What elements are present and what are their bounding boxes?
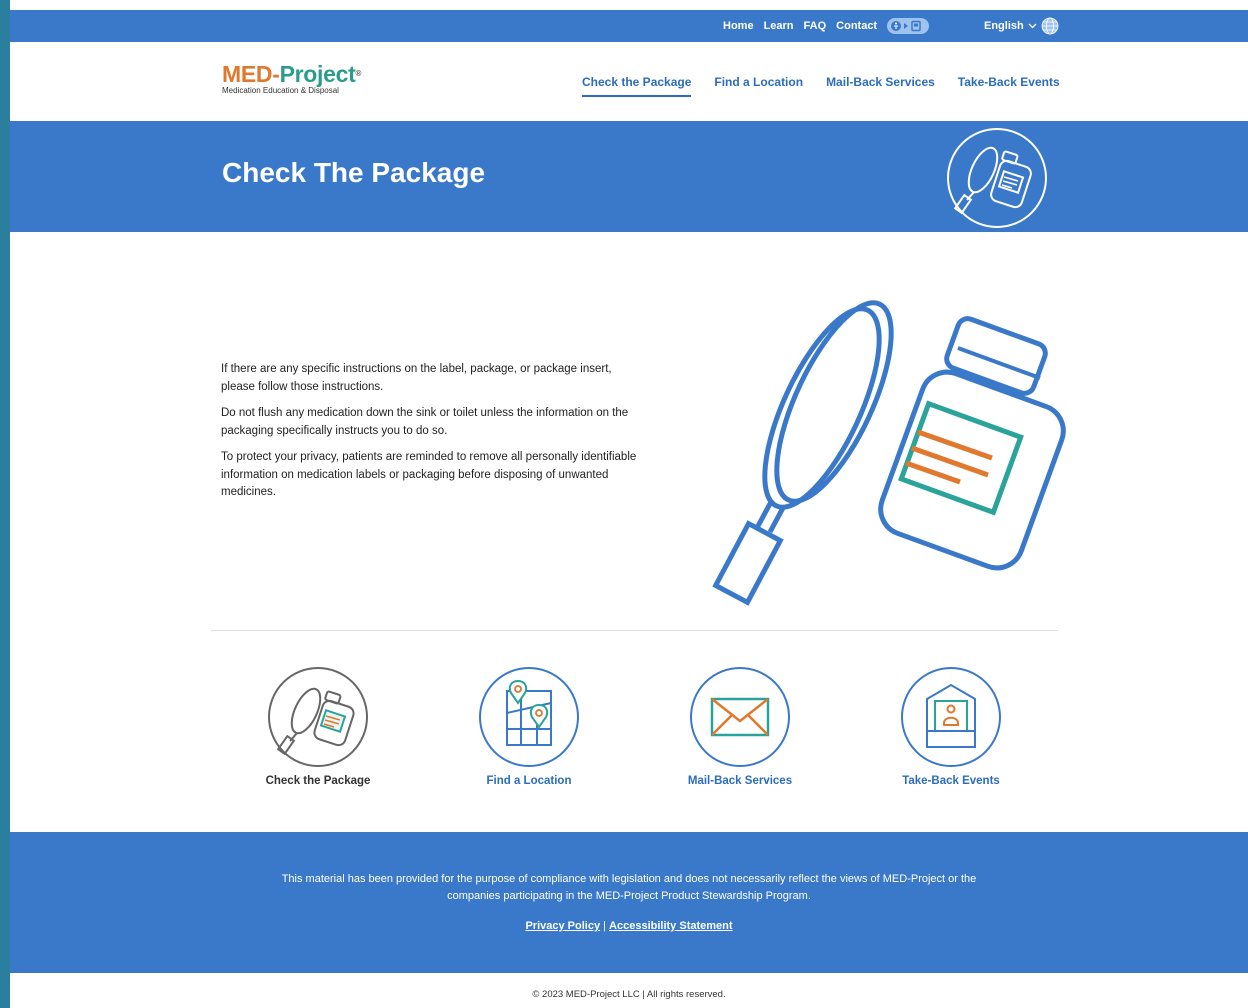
footer-link-separator: |	[603, 920, 606, 932]
logo-trademark: ®	[355, 69, 362, 78]
instruction-paragraph: If there are any specific instructions o…	[221, 363, 612, 393]
nav-find-a-location[interactable]: Find a Location	[714, 75, 803, 89]
instruction-paragraph: Do not flush any medication down the sin…	[221, 407, 629, 437]
nav-mail-back-services[interactable]: Mail-Back Services	[826, 75, 935, 89]
language-label: English	[984, 20, 1024, 32]
instructions: If there are any specific instructions o…	[221, 361, 641, 511]
footer-disclaimer-line: This material has been provided for the …	[281, 873, 977, 885]
logo-project: Project	[279, 61, 356, 87]
accessibility-statement-link[interactable]: Accessibility Statement	[609, 920, 733, 932]
logo[interactable]: MED-Project® Medication Education & Disp…	[222, 62, 361, 95]
card-mail-back-services[interactable]: Mail-Back Services	[650, 665, 830, 787]
card-find-a-location[interactable]: Find a Location	[439, 665, 619, 787]
magnifier-bottle-illustration	[712, 300, 1066, 606]
card-check-the-package[interactable]: Check the Package	[228, 665, 408, 787]
card-label: Take-Back Events	[902, 775, 1000, 787]
magnifier-bottle-icon	[268, 667, 368, 767]
globe-icon	[1041, 17, 1059, 35]
utility-link-faq[interactable]: FAQ	[804, 20, 827, 32]
hero-banner: Check The Package	[10, 121, 1248, 232]
nav-take-back-events[interactable]: Take-Back Events	[958, 75, 1060, 89]
footer-links: Privacy Policy | Accessibility Statement	[10, 920, 1248, 932]
card-label: Check the Package	[265, 775, 371, 787]
footer-disclaimer-line: companies participating in the MED-Proje…	[447, 890, 811, 902]
card-take-back-events[interactable]: Take-Back Events	[861, 665, 1041, 787]
site-header: MED-Project® Medication Education & Disp…	[10, 42, 1248, 121]
accessibility-toggle-button[interactable]	[887, 18, 930, 34]
instruction-paragraph: To protect your privacy, patients are re…	[221, 451, 637, 498]
utility-nav: Home Learn FAQ Contact	[723, 10, 930, 42]
footer-disclaimer: This material has been provided for the …	[10, 871, 1248, 905]
card-label: Mail-Back Services	[687, 775, 793, 787]
utility-link-contact[interactable]: Contact	[836, 20, 877, 32]
logo-med: MED-	[222, 61, 280, 87]
accessibility-icon	[891, 20, 921, 32]
logo-wordmark: MED-Project®	[222, 62, 361, 86]
utility-link-home[interactable]: Home	[723, 20, 754, 32]
chevron-down-icon	[1028, 23, 1037, 29]
utility-link-learn[interactable]: Learn	[764, 20, 794, 32]
page: Home Learn FAQ Contact English MED-Proje…	[10, 10, 1248, 1008]
utility-bar: Home Learn FAQ Contact English	[10, 10, 1248, 42]
service-cards: Check the Package Find a Location Mail-B…	[211, 665, 1058, 805]
privacy-policy-link[interactable]: Privacy Policy	[525, 920, 600, 932]
section-divider	[211, 630, 1058, 631]
booth-icon	[901, 667, 1001, 767]
copyright: © 2023 MED-Project LLC | All rights rese…	[532, 989, 726, 1000]
nav-check-the-package[interactable]: Check the Package	[582, 75, 692, 97]
language-selector[interactable]: English	[984, 10, 1059, 42]
site-footer: This material has been provided for the …	[10, 832, 1248, 973]
envelope-icon	[690, 667, 790, 767]
page-title: Check The Package	[222, 157, 486, 188]
map-pin-icon	[479, 667, 579, 767]
logo-tagline: Medication Education & Disposal	[222, 86, 339, 95]
magnifier-bottle-icon	[947, 128, 1047, 228]
main-nav: Check the Package Find a Location Mail-B…	[582, 42, 1060, 121]
card-label: Find a Location	[486, 775, 572, 787]
